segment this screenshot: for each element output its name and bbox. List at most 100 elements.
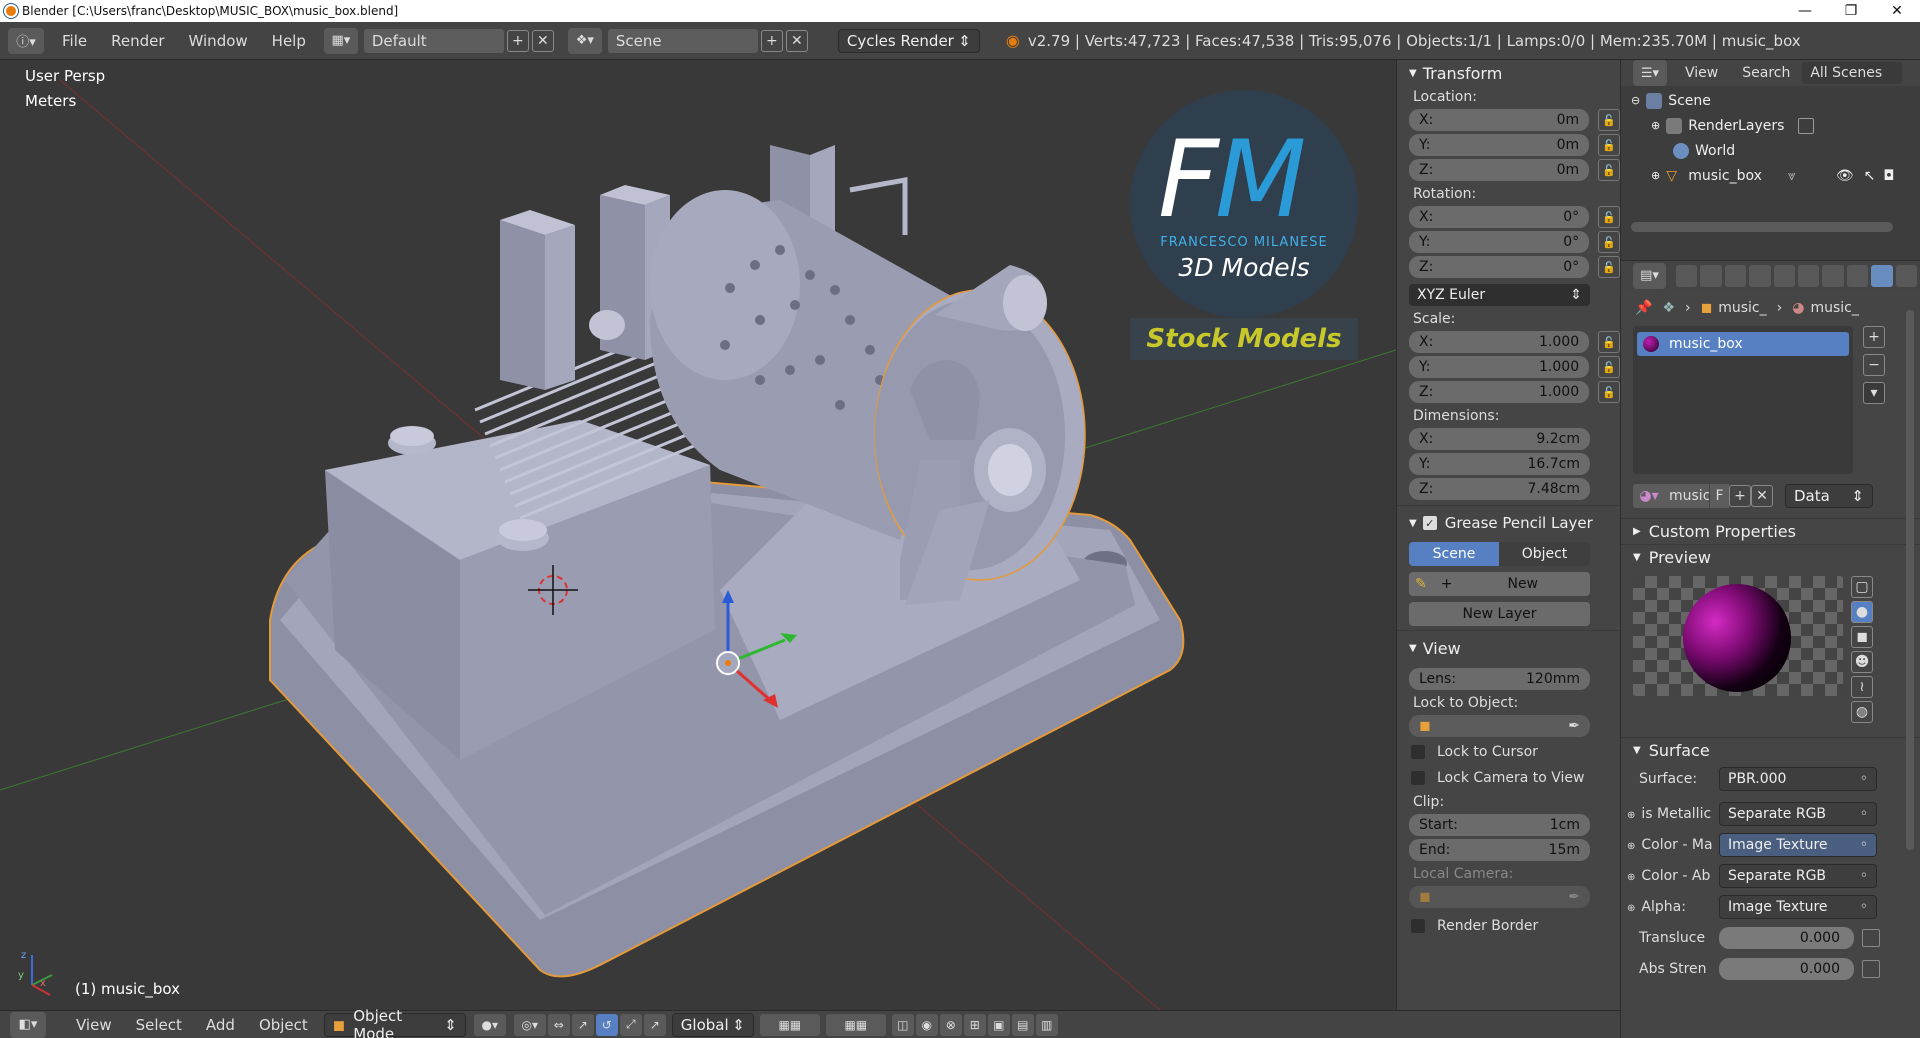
add-scene-button[interactable]: + [760, 29, 783, 52]
scale-z-field[interactable]: Z: 1.000 [1409, 381, 1590, 403]
menu-window[interactable]: Window [177, 32, 260, 50]
lock-icon[interactable]: 🔓 [1598, 206, 1620, 228]
visibility-eye-icon[interactable]: 👁 [1836, 168, 1854, 184]
orientation-dropdown[interactable]: Global ⇕ [671, 1012, 754, 1037]
opengl-anim-icon[interactable]: ▤ [1011, 1013, 1034, 1036]
maximize-button[interactable]: ❐ [1828, 0, 1874, 22]
menu-render[interactable]: Render [99, 32, 176, 50]
modifiers-tab-icon[interactable] [1822, 264, 1844, 287]
shading-mode-icon[interactable]: ●▾ [473, 1013, 506, 1036]
eyedropper-icon[interactable]: ✒ [1568, 718, 1580, 734]
layers-grid-icon[interactable]: ▦▦ [825, 1013, 886, 1036]
collapse-icon[interactable]: ⊖ [1631, 94, 1640, 107]
lock-camera-checkbox[interactable]: Lock Camera to View [1397, 765, 1620, 791]
abs-strength-slider[interactable]: 0.000 [1719, 957, 1854, 980]
properties-editor-type-icon[interactable]: ▤▾ [1633, 262, 1667, 289]
material-slot-item[interactable]: music_box [1637, 332, 1849, 356]
preview-flat-icon[interactable]: ▢ [1851, 576, 1873, 598]
lens-field[interactable]: Lens: 120mm [1409, 668, 1590, 690]
lock-icon[interactable]: 🔓 [1598, 331, 1620, 353]
surface-shader-dropdown[interactable]: PBR.000 ◦ [1719, 766, 1877, 791]
material-tab-icon[interactable] [1871, 264, 1893, 287]
object-tab-icon[interactable] [1773, 264, 1796, 287]
outliner-row-scene[interactable]: ⊖ Scene [1621, 88, 1920, 113]
preview-sky-icon[interactable]: ◍ [1851, 701, 1873, 723]
new-grease-pencil-button[interactable]: ✎ + New [1409, 572, 1590, 596]
remove-slot-button[interactable]: − [1863, 354, 1885, 376]
selectability-arrow-icon[interactable]: ↖ [1864, 168, 1876, 184]
rotate-manipulator-icon[interactable]: ↺ [595, 1013, 618, 1036]
info-editor-type-icon[interactable]: ⓘ▾ [8, 27, 44, 54]
fake-user-button[interactable]: F [1709, 484, 1729, 508]
layers-grid-icon[interactable]: ▦▦ [759, 1013, 820, 1036]
lock-to-cursor-checkbox[interactable]: Lock to Cursor [1397, 739, 1620, 765]
menu-file[interactable]: File [50, 32, 99, 50]
scale-y-field[interactable]: Y: 1.000 [1409, 356, 1590, 378]
lock-icon[interactable]: 🔓 [1598, 109, 1620, 131]
properties-scrollbar[interactable] [1906, 310, 1914, 850]
screen-layout-field[interactable]: Default [363, 28, 504, 53]
expand-input-icon[interactable]: ⊕ [1627, 841, 1635, 852]
rotation-x-field[interactable]: X: 0° [1409, 206, 1590, 228]
3d-viewport[interactable]: User Persp Meters (1) music_box z y x FM… [0, 60, 1396, 1010]
material-browse-icon[interactable]: ◕▾ [1633, 484, 1665, 508]
socket-button[interactable] [1862, 959, 1880, 978]
music-box-model[interactable] [269, 145, 1185, 978]
render-engine-dropdown[interactable]: Cycles Render ⇕ [837, 28, 980, 53]
menu-help[interactable]: Help [260, 32, 318, 50]
lock-icon[interactable]: 🔓 [1598, 159, 1620, 181]
material-name-field[interactable]: music [1665, 484, 1710, 508]
checkbox-checked-icon[interactable]: ✓ [1422, 516, 1437, 530]
pin-icon[interactable]: 📌 [1635, 300, 1652, 316]
clip-start-field[interactable]: Start: 1cm [1409, 814, 1590, 836]
menu-add[interactable]: Add [194, 1016, 247, 1034]
minimize-button[interactable]: — [1782, 0, 1828, 22]
outliner-scrollbar[interactable] [1631, 222, 1893, 232]
lock-icon[interactable]: 🔓 [1598, 356, 1620, 378]
grease-pencil-tab-scene[interactable]: Scene [1409, 542, 1499, 566]
world-tab-icon[interactable] [1749, 264, 1771, 287]
texture-tab-icon[interactable] [1895, 264, 1917, 287]
socket-button[interactable] [1862, 928, 1880, 947]
outliner-menu-search[interactable]: Search [1730, 65, 1802, 81]
slot-specials-button[interactable]: ▾ [1863, 382, 1885, 404]
snap-element-icon[interactable]: ⊞ [963, 1013, 986, 1036]
dimension-z-field[interactable]: Z: 7.48cm [1409, 478, 1590, 500]
lock-icon[interactable]: 🔓 [1598, 231, 1620, 253]
snap-icon[interactable]: ⊗ [939, 1013, 962, 1036]
render-layers-tab-icon[interactable] [1700, 264, 1722, 287]
surface-header[interactable]: ▼ Surface [1621, 737, 1920, 763]
mode-dropdown[interactable]: ◼ Object Mode ⇕ [323, 1007, 466, 1038]
expand-icon[interactable]: ⊕ [1651, 119, 1660, 132]
new-material-button[interactable]: + [1729, 485, 1751, 507]
lock-object-field[interactable]: ◼ ✒ [1409, 715, 1590, 737]
clapper-icon[interactable]: ▥ [1035, 1013, 1058, 1036]
data-tab-icon[interactable] [1846, 264, 1869, 287]
render-border-checkbox[interactable]: Render Border [1397, 913, 1620, 939]
outliner-menu-view[interactable]: View [1673, 65, 1730, 81]
add-slot-button[interactable]: + [1863, 326, 1885, 348]
outliner-row-world[interactable]: World [1621, 138, 1920, 163]
layer-lock-icon[interactable]: ◫ [891, 1013, 914, 1036]
transform-space-icon[interactable]: ↗ [643, 1013, 666, 1036]
expand-input-icon[interactable]: ⊕ [1627, 810, 1635, 821]
preview-hair-icon[interactable]: ≀ [1851, 676, 1873, 698]
input-metallic-dropdown[interactable]: Separate RGB ◦ [1719, 801, 1877, 826]
location-x-field[interactable]: X: 0m [1409, 109, 1590, 131]
proportional-edit-icon[interactable]: ◉ [915, 1013, 938, 1036]
outliner-row-renderlayers[interactable]: ⊕ RenderLayers [1621, 113, 1920, 138]
menu-view[interactable]: View [64, 1016, 124, 1034]
scene-field[interactable]: Scene [607, 28, 758, 53]
remove-layout-button[interactable]: ✕ [531, 29, 554, 52]
scene-icon[interactable]: ❖▾ [567, 27, 602, 54]
outliner-editor-type-icon[interactable]: ☰▾ [1633, 60, 1667, 86]
link-mode-dropdown[interactable]: Data ⇕ [1785, 484, 1873, 508]
grease-pencil-tab-object[interactable]: Object [1499, 542, 1590, 566]
preview-cube-icon[interactable]: ◼ [1851, 626, 1873, 648]
scene-tab-icon[interactable] [1724, 264, 1747, 287]
add-layout-button[interactable]: + [506, 29, 529, 52]
outliner-row-music-box[interactable]: ⊕ ▽ music_box ⩔ 👁 ↖ ◘ [1621, 163, 1920, 188]
rotation-mode-dropdown[interactable]: XYZ Euler ⇕ [1409, 284, 1590, 306]
constraints-tab-icon[interactable] [1798, 264, 1820, 287]
renderability-camera-icon[interactable]: ◘ [1883, 168, 1894, 184]
